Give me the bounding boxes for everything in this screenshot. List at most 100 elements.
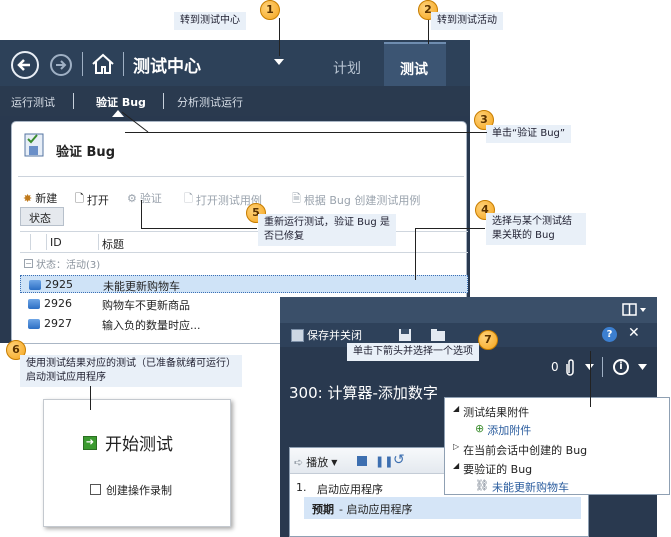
attachment-count: 0 [551, 360, 559, 374]
expected-text: - 启动应用程序 [339, 503, 413, 516]
sub-navigation: 运行测试 验证 Bug 分析测试运行 [0, 86, 470, 117]
menu-section-created-bugs[interactable]: ▷ 在当前会话中创建的 Bug [453, 442, 587, 458]
callout-1: 1 [260, 0, 280, 20]
back-icon[interactable] [11, 51, 39, 79]
bug-id: 2927 [44, 317, 72, 330]
hub-dropdown-icon[interactable] [274, 59, 286, 67]
document-icon: 🗎 [292, 192, 301, 205]
create-test-case-button[interactable]: 🗎 根据 Bug 创建测试用例 [292, 190, 420, 209]
bug-icon [29, 280, 41, 290]
dock-icon[interactable] [622, 303, 648, 317]
divider [163, 93, 164, 109]
pause-icon[interactable]: ❚❚ [375, 455, 393, 468]
save-icon[interactable] [398, 328, 412, 342]
bug-title: 输入负的数量时应... [102, 319, 201, 332]
play-button[interactable]: ➪ 播放 ▼ [294, 454, 337, 470]
callout-text-2: 转到测试活动 [431, 12, 503, 30]
column-header-title[interactable]: 标题 [102, 236, 124, 252]
new-button[interactable]: ✸ 新建 [23, 190, 57, 206]
menu-section-bugs-to-verify[interactable]: ◢ 要验证的 Bug [453, 461, 532, 477]
open-label: 打开 [86, 193, 109, 207]
bug-id: 2926 [44, 297, 72, 310]
table-row[interactable]: 2925 未能更新购物车 [20, 275, 468, 293]
bug-icon [28, 319, 40, 329]
document-icon: 🗋 [75, 192, 84, 205]
runner-topbar [280, 297, 657, 323]
expected-result: 预期 - 启动应用程序 [304, 497, 581, 519]
new-icon: ✸ [23, 191, 33, 205]
start-test-card: ➜ 开始测试 创建操作录制 [43, 399, 231, 527]
play-label: 播放 [306, 456, 329, 469]
info-dropdown-icon[interactable] [638, 364, 647, 370]
home-icon[interactable] [90, 52, 116, 76]
tab-test[interactable]: 测试 [384, 42, 446, 86]
verify-button[interactable]: ⚙ 验证 [127, 190, 162, 206]
status-column-label: 状态 [29, 212, 51, 225]
verify-bug-item[interactable]: ⛓ 未能更新购物车 [475, 479, 569, 495]
save-close-label: 保存并关闭 [307, 329, 362, 342]
divider [73, 93, 74, 109]
bug-title: 未能更新购物车 [103, 280, 180, 293]
tab-test-label: 测试 [400, 62, 428, 78]
help-icon[interactable]: ? [602, 327, 617, 342]
hub-title: 测试中心 [133, 57, 201, 77]
add-attachment-label: 添加附件 [487, 424, 532, 437]
status-column-button[interactable]: 状态 [20, 207, 64, 226]
folder-icon[interactable] [430, 328, 446, 342]
step-number: 1. [296, 481, 307, 494]
bug-title: 购物车不更新商品 [102, 299, 190, 312]
add-attachment-item[interactable]: ⊕ 添加附件 [475, 422, 531, 438]
verify-bug-label: 未能更新购物车 [491, 481, 569, 494]
leader-line [415, 228, 485, 229]
save-close-button[interactable]: 保存并关闭 [291, 327, 362, 343]
verify-icon: ⚙ [127, 191, 137, 205]
leader-line [141, 200, 142, 228]
group-label: 状态：活动(3) [36, 260, 101, 271]
group-header[interactable]: − 状态：活动(3) [24, 256, 100, 271]
expected-label: 预期 [312, 503, 334, 516]
leader-line [90, 386, 91, 410]
grid-header-divider [98, 234, 99, 250]
callout-7: 7 [478, 330, 498, 350]
subtab-run-tests[interactable]: 运行测试 [11, 94, 55, 110]
subtab-verify-bugs[interactable]: 验证 Bug [96, 94, 146, 110]
test-case-heading: 300: 计算器-添加数字 [289, 384, 438, 402]
divider [82, 52, 83, 76]
close-icon[interactable]: ✕ [628, 325, 640, 341]
forward-icon[interactable] [50, 54, 72, 76]
play-dropdown-icon[interactable]: ▼ [331, 458, 337, 467]
new-label: 新建 [35, 192, 58, 205]
menu-section-label: 在当前会话中创建的 Bug [463, 444, 588, 457]
column-header-id[interactable]: ID [50, 236, 62, 249]
tab-plan[interactable]: 计划 [333, 58, 361, 78]
paperclip-icon: ⊕ [475, 422, 485, 435]
stop-icon[interactable] [357, 456, 367, 466]
callout-text-3: 单击“验证 Bug” [486, 125, 572, 143]
verify-bugs-icon [24, 133, 44, 157]
leader-line [590, 351, 591, 407]
verify-label: 验证 [139, 192, 162, 205]
create-test-case-label: 根据 Bug 创建测试用例 [303, 193, 421, 207]
record-checkbox-label: 创建操作录制 [106, 484, 172, 497]
bug-id: 2925 [45, 278, 73, 291]
grid-header-divider [30, 234, 31, 250]
info-icon[interactable]: i [613, 359, 629, 375]
open-button[interactable]: 🗋 打开 [75, 190, 109, 209]
record-checkbox[interactable] [90, 484, 101, 495]
divider [602, 357, 603, 377]
paperclip-icon[interactable] [566, 358, 576, 376]
start-test-button[interactable]: 开始测试 [105, 430, 173, 455]
expand-icon: ◢ [453, 461, 460, 470]
start-test-icon: ➜ [83, 436, 97, 450]
subtab-analyze-runs[interactable]: 分析测试运行 [177, 94, 243, 110]
callout-text-5: 重新运行测试，验证 Bug 是否已修复 [258, 214, 396, 246]
collapse-icon[interactable]: − [24, 259, 33, 268]
leader-line [141, 228, 257, 229]
leader-line [125, 132, 487, 133]
undo-icon[interactable]: ↺ [393, 452, 405, 468]
callout-text-6: 使用测试结果对应的测试（已准备就绪可运行）启动测试应用程序 [20, 355, 242, 387]
grid-header-divider [46, 234, 47, 250]
step-text: 启动应用程序 [317, 483, 383, 496]
attachment-menu: ◢ 测试结果附件 ⊕ 添加附件 ▷ 在当前会话中创建的 Bug ◢ 要验证的 B… [444, 397, 670, 495]
menu-section-attachments[interactable]: ◢ 测试结果附件 [453, 404, 529, 420]
